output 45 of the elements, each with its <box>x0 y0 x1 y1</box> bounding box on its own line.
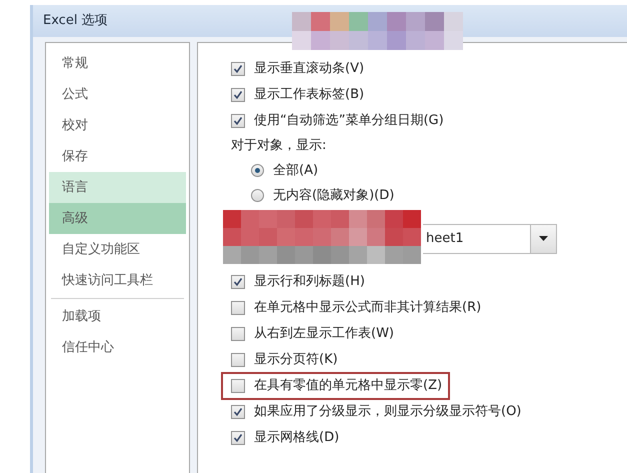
sidebar-item[interactable]: 常规 <box>49 48 186 79</box>
checkbox[interactable] <box>231 327 245 341</box>
checkbox[interactable] <box>231 275 245 289</box>
checkbox[interactable] <box>231 62 245 76</box>
sidebar-item[interactable]: 信任中心 <box>49 332 186 363</box>
checkmark-icon <box>233 277 243 287</box>
sidebar-item[interactable]: 公式 <box>49 79 186 110</box>
checkbox[interactable] <box>231 88 245 102</box>
checkmark-icon <box>233 64 243 74</box>
checkmark-icon <box>233 407 243 417</box>
caret-icon <box>539 236 548 241</box>
radio-button[interactable] <box>251 189 264 202</box>
window-title: Excel 选项 <box>43 12 108 30</box>
option-label: 显示垂直滚动条(V) <box>254 60 364 78</box>
checkbox[interactable] <box>231 114 245 128</box>
checkbox[interactable] <box>231 301 245 315</box>
checkbox[interactable] <box>231 353 245 367</box>
option-label: 全部(A) <box>273 162 318 180</box>
option-label: 显示行和列标题(H) <box>254 273 365 292</box>
sidebar-item[interactable]: 校对 <box>49 110 186 141</box>
option-label: 使用“自动筛选”菜单分组日期(G) <box>254 112 444 130</box>
sidebar-item[interactable]: 保存 <box>49 141 186 172</box>
option-label: 如果应用了分级显示，则显示分级显示符号(O) <box>254 403 522 422</box>
option-label: 从右到左显示工作表(W) <box>254 325 394 344</box>
checkmark-icon <box>233 116 243 126</box>
option-label: 在单元格中显示公式而非其计算结果(R) <box>254 299 482 318</box>
sidebar-item[interactable]: 加载项 <box>49 301 186 332</box>
option-label: 无内容(隐藏对象)(D) <box>273 186 394 205</box>
option-label: 显示分页符(K) <box>254 351 338 370</box>
radio-button[interactable] <box>251 164 264 177</box>
sidebar-item[interactable]: 快速访问工具栏 <box>49 265 186 296</box>
checkmark-icon <box>233 433 243 443</box>
sidebar-item[interactable]: 高级 <box>49 203 186 234</box>
checkmark-icon <box>233 90 243 100</box>
sheet-dropdown[interactable]: heet1 <box>423 224 557 254</box>
sidebar-item[interactable]: 自定义功能区 <box>49 234 186 265</box>
option-label: 在具有零值的单元格中显示零(Z) <box>254 377 442 396</box>
checkbox[interactable] <box>231 379 245 393</box>
sidebar-item[interactable]: 语言 <box>49 172 186 203</box>
option-label: 显示工作表标签(B) <box>254 86 364 104</box>
checkbox[interactable] <box>231 405 245 419</box>
dropdown-button[interactable] <box>530 224 556 252</box>
option-label: 显示网格线(D) <box>254 429 340 448</box>
section-label: 对于对象，显示: <box>231 137 326 156</box>
checkbox[interactable] <box>231 431 245 445</box>
